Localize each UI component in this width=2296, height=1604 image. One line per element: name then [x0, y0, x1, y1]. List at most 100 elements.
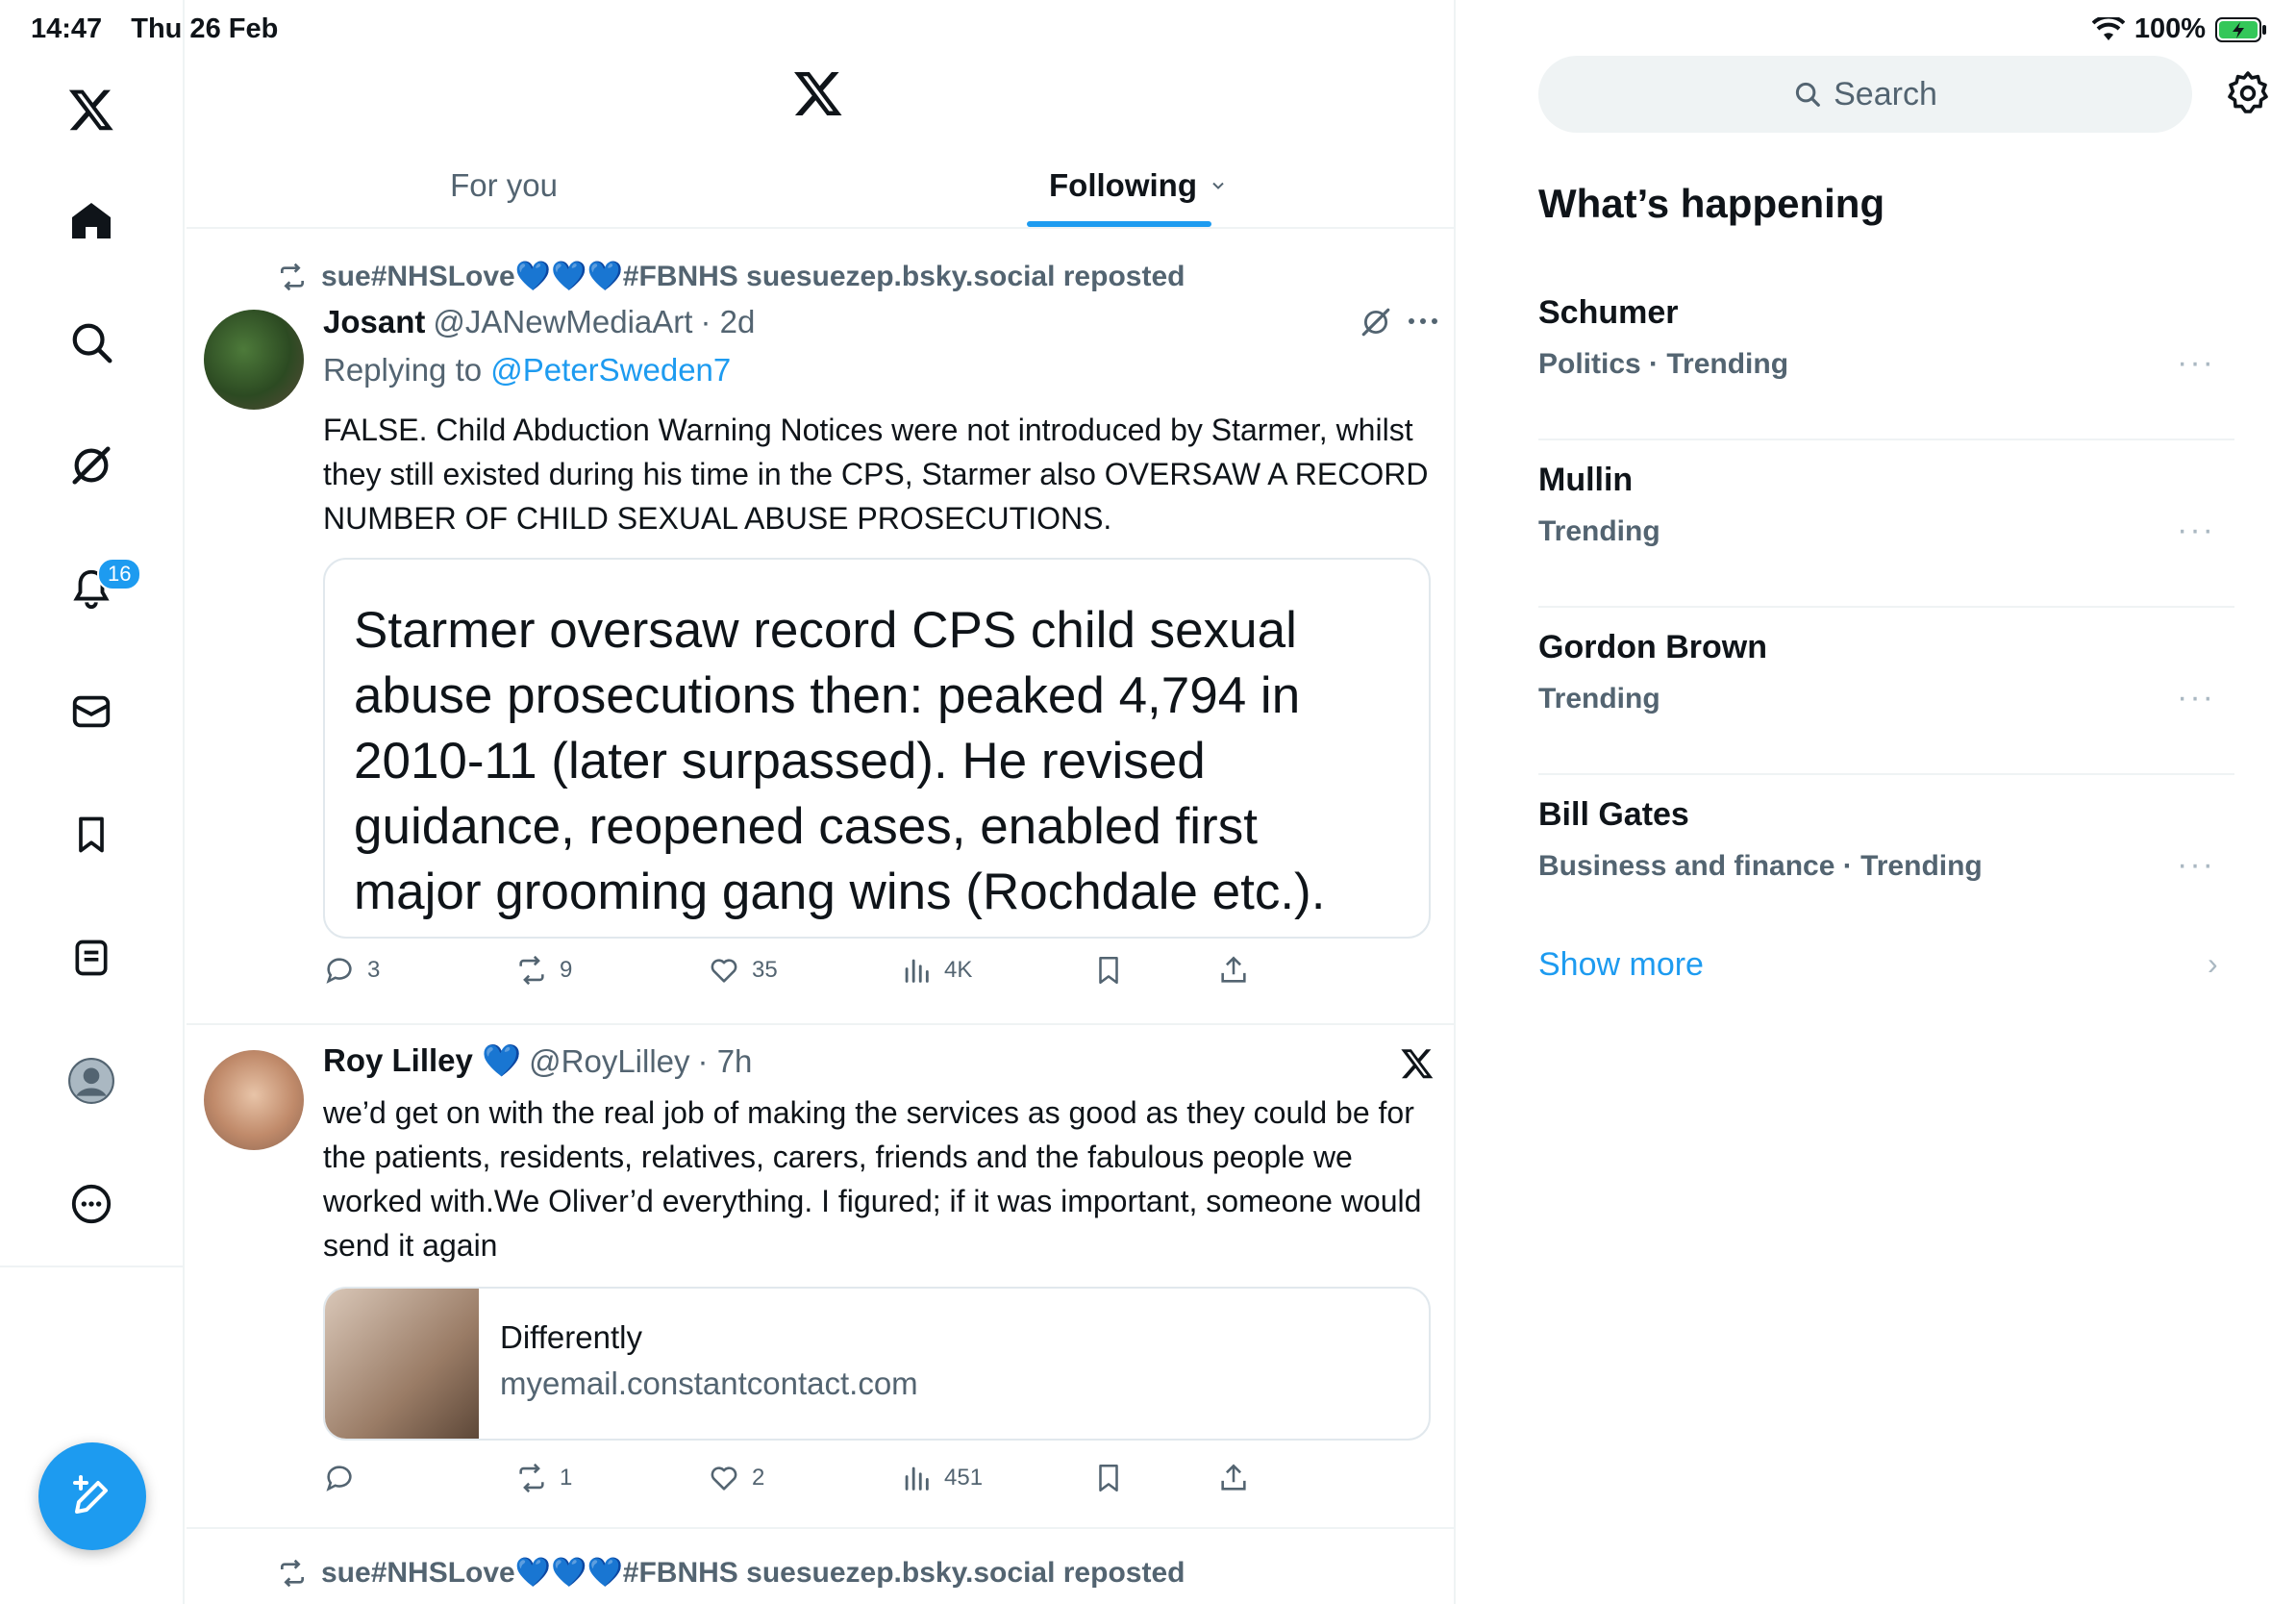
post-text: we’d get on with the real job of making …: [323, 1095, 1422, 1263]
tab-for-you[interactable]: For you: [187, 144, 821, 227]
repost-button[interactable]: 9: [515, 954, 572, 987]
chevron-down-icon: [1212, 182, 1224, 189]
views-button[interactable]: 4K: [900, 954, 972, 987]
repost-indicator: sue#NHSLove💙💙💙#FBNHS suesuezep.bsky.soci…: [277, 260, 1185, 293]
lists-button[interactable]: [57, 923, 126, 992]
link-domain: myemail.constantcontact.com: [500, 1366, 918, 1401]
grok-button[interactable]: [57, 431, 126, 500]
post-more-button[interactable]: [1406, 310, 1440, 338]
trend-item[interactable]: Bill Gates Business and finance · Trendi…: [1538, 775, 2234, 942]
post[interactable]: sue#NHSLove💙💙💙#FBNHS suesuezep.bsky.soci…: [187, 231, 1456, 1025]
whats-happening-title: What’s happening: [1538, 181, 1885, 226]
views-chart-icon: [905, 959, 929, 983]
grok-explain-button[interactable]: [1360, 306, 1392, 343]
post-actions: 3 9 35 4K: [323, 954, 1285, 992]
timeline: For you Following sue#NHSLove💙💙💙#FBNHS s…: [187, 0, 1456, 1604]
reply-button[interactable]: 3: [323, 954, 380, 987]
bookmarks-button[interactable]: [57, 800, 126, 869]
home-button[interactable]: [57, 187, 126, 256]
share-button[interactable]: [1217, 954, 1250, 987]
profile-button[interactable]: [57, 1046, 126, 1115]
trend-more-button[interactable]: ···: [2177, 679, 2215, 716]
quoted-text-card[interactable]: Starmer oversaw record CPS child sexual …: [323, 558, 1431, 939]
tab-for-you-label: For you: [450, 167, 558, 203]
reply-icon: [326, 958, 352, 984]
trend-name: Schumer: [1538, 294, 1679, 331]
link-thumbnail: [325, 1289, 479, 1439]
share-button[interactable]: [1217, 1462, 1250, 1494]
share-icon: [1221, 956, 1246, 983]
search-placeholder: Search: [1834, 75, 1937, 113]
replying-to-handle[interactable]: @PeterSweden7: [490, 352, 731, 388]
reply-icon: [326, 1466, 352, 1491]
notification-badge: 16: [97, 558, 142, 590]
reply-button[interactable]: [323, 1462, 367, 1494]
explore-button[interactable]: [57, 308, 126, 377]
post[interactable]: sue#NHSLove💙💙💙#FBNHS suesuezep.bsky.soci…: [187, 1531, 1456, 1604]
tab-following[interactable]: Following: [821, 144, 1456, 227]
list-icon: [75, 940, 108, 976]
search-icon: [1796, 82, 1820, 107]
like-button[interactable]: 35: [708, 954, 778, 987]
post-source-badge: [1400, 1046, 1435, 1086]
show-more-link[interactable]: Show more: [1538, 946, 1704, 984]
avatar[interactable]: [204, 310, 304, 410]
share-icon: [1221, 1464, 1246, 1491]
trend-meta: Trending: [1538, 683, 1660, 714]
compose-icon: [73, 1475, 108, 1514]
bookmark-icon: [79, 816, 104, 853]
author-handle[interactable]: @JANewMediaArt: [433, 304, 692, 340]
quote-text: Starmer oversaw record CPS child sexual …: [354, 602, 1326, 920]
link-preview-card[interactable]: Differently myemail.constantcontact.com: [323, 1287, 1431, 1441]
bookmark-icon: [1099, 956, 1118, 985]
post-time[interactable]: · 2d: [700, 304, 755, 340]
chevron-right-icon: ›: [2208, 946, 2218, 981]
author-handle[interactable]: @RoyLilley: [529, 1043, 689, 1080]
more-horizontal-icon: [1409, 318, 1437, 324]
compose-button[interactable]: [38, 1442, 146, 1550]
settings-button[interactable]: [2225, 69, 2271, 120]
like-count: 2: [752, 1465, 765, 1491]
avatar[interactable]: [204, 1050, 304, 1150]
trend-meta: Trending: [1538, 515, 1660, 547]
post-actions: 1 2 451: [323, 1462, 1285, 1500]
repost-button[interactable]: 1: [515, 1462, 572, 1494]
trend-more-button[interactable]: ···: [2177, 846, 2215, 884]
views-button[interactable]: 451: [900, 1462, 983, 1494]
post[interactable]: Roy Lilley 💙 @RoyLilley · 7h we’d get on…: [187, 1025, 1456, 1529]
trend-more-button[interactable]: ···: [2177, 512, 2215, 549]
bookmark-icon: [1099, 1464, 1118, 1492]
bookmark-button[interactable]: [1092, 1462, 1125, 1494]
bookmark-button[interactable]: [1092, 954, 1125, 987]
x-logo-icon: [68, 89, 113, 131]
trend-meta: Politics · Trending: [1538, 348, 1789, 380]
more-button[interactable]: [57, 1169, 126, 1239]
like-count: 35: [752, 957, 778, 983]
post-text: FALSE. Child Abduction Warning Notices w…: [323, 413, 1429, 536]
x-logo-button[interactable]: [57, 75, 126, 144]
messages-button[interactable]: [57, 677, 126, 746]
trend-item[interactable]: Gordon Brown Trending ···: [1538, 608, 2234, 775]
trend-more-button[interactable]: ···: [2177, 344, 2215, 382]
trend-item[interactable]: Schumer Politics · Trending ···: [1538, 273, 2234, 440]
notifications-button[interactable]: 16: [57, 554, 142, 623]
repost-count: 9: [560, 957, 573, 983]
author-name[interactable]: Josant: [323, 304, 425, 340]
like-button[interactable]: 2: [708, 1462, 764, 1494]
repost-icon: [281, 1559, 304, 1587]
search-input[interactable]: Search: [1538, 56, 2192, 133]
trend-name: Gordon Brown: [1538, 629, 1767, 665]
trend-name: Mullin: [1538, 462, 1634, 498]
post-time[interactable]: · 7h: [698, 1043, 753, 1080]
home-icon: [72, 203, 111, 238]
search-icon: [72, 323, 112, 363]
heart-icon: [711, 1466, 737, 1491]
header-x-logo[interactable]: [792, 67, 844, 124]
avatar-icon: [68, 1058, 114, 1104]
x-logo-icon: [1401, 1049, 1434, 1079]
tab-following-label: Following: [1049, 167, 1197, 203]
trend-item[interactable]: Mullin Trending ···: [1538, 440, 2234, 608]
author-name[interactable]: Roy Lilley 💙: [323, 1042, 521, 1080]
right-sidebar: Search What’s happening Schumer Politics…: [1458, 0, 2296, 1604]
active-tab-indicator: [1027, 221, 1211, 227]
